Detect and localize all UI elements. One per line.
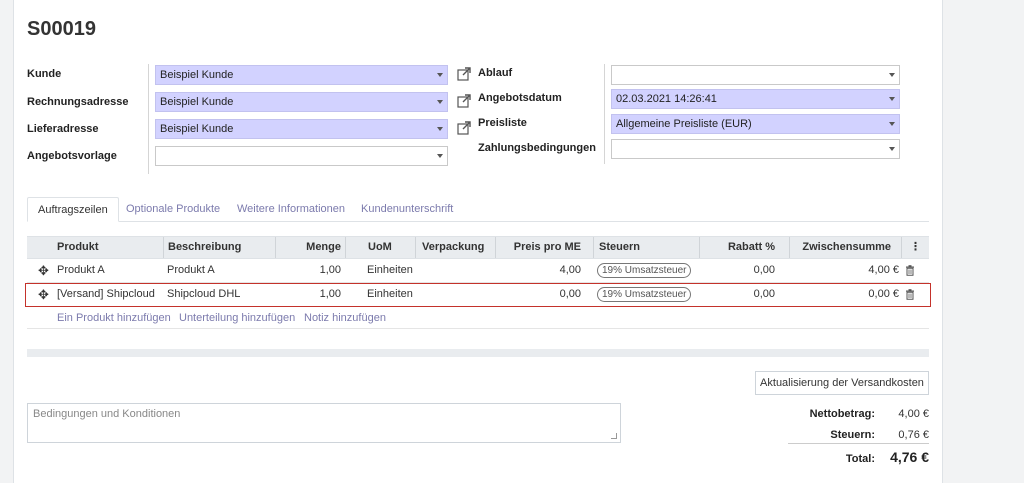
totals-divider [788,443,929,444]
col-header-subtotal[interactable]: Zwischensumme [789,237,901,258]
invoice-address-field[interactable]: Beispiel Kunde [155,92,448,112]
col-header-discount[interactable]: Rabatt % [699,237,789,258]
tax-amount-label: Steuern: [830,429,875,441]
field-label-invoice-address: Rechnungsadresse [27,96,129,108]
invoice-address-value: Beispiel Kunde [160,96,234,108]
tab-optional-products[interactable]: Optionale Produkte [116,197,230,222]
customer-field[interactable]: Beispiel Kunde [155,65,448,85]
page-title: S00019 [27,18,96,40]
chevron-down-icon [437,100,443,104]
add-note-link[interactable]: Notiz hinzufügen [304,312,386,324]
chevron-down-icon [889,73,895,77]
field-label-quote-template: Angebotsvorlage [27,150,117,162]
tab-customer-signature[interactable]: Kundenunterschrift [351,197,463,222]
net-amount-label: Nettobetrag: [809,408,875,420]
order-lines-header: Produkt Beschreibung Menge UoM Verpackun… [27,236,929,259]
terms-conditions-textarea[interactable]: Bedingungen und Konditionen [27,403,621,443]
table-bottom-border [27,328,929,329]
notebook-tabs: Auftragszeilen Optionale Produkte Weiter… [27,197,929,222]
cell-uom[interactable]: Einheiten [367,259,415,282]
pricelist-value: Allgemeine Preisliste (EUR) [616,118,752,130]
delivery-address-field[interactable]: Beispiel Kunde [155,119,448,139]
cell-discount[interactable]: 0,00 [699,259,775,282]
payment-terms-field[interactable] [611,139,900,159]
tax-tag: 19% Umsatzsteuer [597,263,692,278]
col-header-taxes[interactable]: Steuern [593,237,699,258]
cell-unit-price[interactable]: 4,00 [495,259,581,282]
add-product-link[interactable]: Ein Produkt hinzufügen [57,312,171,324]
tab-order-lines[interactable]: Auftragszeilen [27,197,119,222]
tab-other-info[interactable]: Weitere Informationen [227,197,355,222]
chevron-down-icon [437,127,443,131]
chevron-down-icon [437,73,443,77]
col-header-quantity[interactable]: Menge [275,237,345,258]
customer-value: Beispiel Kunde [160,69,234,81]
net-amount-value: 4,00 € [898,408,929,420]
table-row[interactable]: ✥ Produkt A Produkt A 1,00 Einheiten 4,0… [27,259,929,283]
field-label-customer: Kunde [27,68,62,80]
field-label-delivery-address: Lieferadresse [27,123,99,135]
cell-packaging[interactable] [421,259,495,282]
terms-placeholder: Bedingungen und Konditionen [33,408,181,420]
chevron-down-icon [437,154,443,158]
drag-handle-icon[interactable]: ✥ [38,259,52,282]
external-link-icon[interactable] [457,94,471,108]
cell-product[interactable]: Produkt A [57,259,163,282]
field-label-expiration: Ablauf [478,67,513,79]
col-header-uom[interactable]: UoM [345,237,415,258]
row-highlight-frame [25,283,931,307]
section-divider [27,349,929,357]
quote-date-field[interactable]: 02.03.2021 14:26:41 [611,89,900,109]
cell-quantity[interactable]: 1,00 [275,259,341,282]
chevron-down-icon [889,122,895,126]
col-header-description[interactable]: Beschreibung [163,237,275,258]
total-value: 4,76 € [890,449,929,465]
cell-description[interactable]: Produkt A [167,259,275,282]
delivery-address-value: Beispiel Kunde [160,123,234,135]
field-label-pricelist: Preisliste [478,117,527,129]
group-separator-left [148,64,149,174]
chevron-down-icon [889,97,895,101]
pricelist-field[interactable]: Allgemeine Preisliste (EUR) [611,114,900,134]
quote-template-field[interactable] [155,146,448,166]
expiration-field[interactable] [611,65,900,85]
cell-subtotal: 4,00 € [868,264,899,276]
col-header-product[interactable]: Produkt [57,237,163,258]
col-header-unit-price[interactable]: Preis pro ME [495,237,593,258]
field-label-payment-terms: Zahlungsbedingungen [478,142,596,154]
trash-icon[interactable] [905,265,915,276]
column-options-icon[interactable]: ⋮ [901,237,929,258]
external-link-icon[interactable] [457,67,471,81]
total-label: Total: [845,453,875,465]
resize-handle-icon[interactable] [611,433,617,439]
field-label-quote-date: Angebotsdatum [478,92,562,104]
external-link-icon[interactable] [457,121,471,135]
col-header-packaging[interactable]: Verpackung [415,237,495,258]
cell-taxes[interactable]: 19% Umsatzsteuer [597,259,699,282]
chevron-down-icon [889,147,895,151]
update-shipping-cost-button[interactable]: Aktualisierung der Versandkosten [755,371,929,395]
quote-date-value: 02.03.2021 14:26:41 [616,93,717,105]
add-section-link[interactable]: Unterteilung hinzufügen [179,312,295,324]
tax-amount-value: 0,76 € [898,429,929,441]
group-separator-right [604,64,605,164]
